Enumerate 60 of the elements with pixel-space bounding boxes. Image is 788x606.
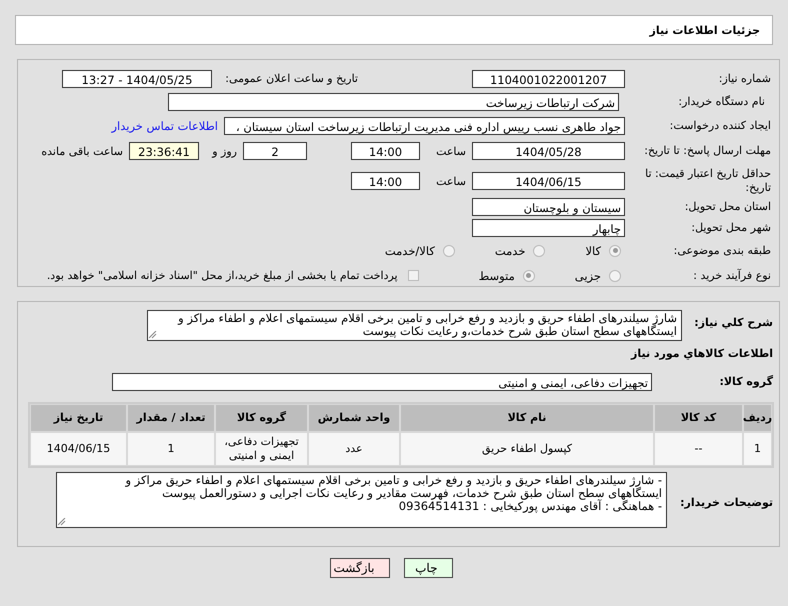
print-button[interactable]: چاپ: [404, 558, 452, 578]
field-label: استان محل تحویل:: [684, 200, 771, 214]
column-header: تعداد / مقدار: [128, 405, 214, 431]
field-label: ساعت باقی مانده: [41, 144, 123, 158]
buyer-notes-field: - شارژ سیلندرهای اطفاء حریق و بازدید و رفع خرابی و تامین برخی اقلام سیستمهای اعلام و اطفاء حریق مراکز و ایستگاههای سطح استان طبق شرح خدمات، فهرست مقادیر و رعایت نکات اجرایی و دستورالعمل پیوست - هماهنگی : آقای مهندس پورکیخایی : 09364514131: [56, 472, 667, 528]
radio-button[interactable]: کالا/خدمت: [384, 244, 455, 258]
need-number-field: 1104001022001207: [472, 70, 625, 88]
field-label: تاریخ و ساعت اعلان عمومی:: [224, 72, 358, 85]
field-label: شرح کلي نياز:: [693, 316, 773, 330]
buyer-contact-link[interactable]: اطلاعات تماس خریدار: [111, 118, 218, 132]
column-header: کد کالا: [655, 405, 742, 431]
column-header: واحد شمارش: [309, 405, 399, 431]
field-label: شهر محل تحویل:: [690, 220, 771, 234]
field-label: نام دستگاه خریدار:: [677, 95, 765, 109]
radio-button[interactable]: متوسط: [478, 268, 535, 282]
goods-group-field: تجهیزات دفاعی، ایمنی و امنیتی: [112, 372, 652, 390]
city-field: چابهار: [472, 218, 625, 236]
field-label: توضیحات خریدار:: [679, 496, 773, 510]
table-cell: 1: [128, 433, 214, 465]
deadline-date-field: 1404/05/28: [472, 142, 625, 160]
column-header: ردیف: [744, 405, 771, 431]
column-header: گروه کالا: [216, 405, 307, 431]
table-cell: 1404/06/15: [31, 433, 126, 465]
radio-button[interactable]: خدمت: [494, 244, 546, 258]
checkbox-label: پرداخت تمام یا بخشی از مبلغ خرید،از محل "اسناد خزانه اسلامی" خواهد بود.: [46, 269, 398, 282]
field-label: ساعت: [435, 174, 466, 188]
field-label: روز و: [210, 144, 237, 158]
requester-field: جواد طاهری نسب رییس اداره فنی مدیریت ارتباطات زیرساخت استان سیستان ،: [224, 116, 625, 134]
radio-button[interactable]: جزیی: [574, 268, 621, 282]
days-field: 2: [243, 142, 307, 160]
announce-date-field: 1404/05/25 - 13:27: [62, 70, 212, 88]
table-cell: عدد: [309, 433, 399, 465]
field-label: مهلت ارسال پاسخ: تا تاریخ:: [643, 144, 771, 158]
description-field: شارژ سیلندرهای اطفاء حریق و بازدید و رفع خرابی و تامین برخی اقلام سیستمهای اعلام و اطفاء مراکز و ایستگاههای سطح استان طبق شرح خدمات،و رعایت نکات پیوست: [147, 310, 682, 341]
table-cell: --: [655, 433, 742, 465]
resize-grip-icon[interactable]: [149, 331, 157, 339]
remaining-time-field: 23:36:41: [129, 142, 199, 160]
column-header: تاریخ نیاز: [31, 405, 126, 431]
table-cell: تجهیزات دفاعی، ایمنی و امنیتی: [216, 433, 307, 465]
validity-time-field: 14:00: [351, 172, 420, 190]
field-label: نوع فرآیند خرید :: [692, 268, 771, 282]
field-label: ایجاد کننده درخواست:: [668, 118, 771, 132]
field-label: حداقل تاریخ اعتبار قیمت: تا تاریخ:: [644, 167, 771, 195]
section-title: اطلاعات کالاهاي مورد نياز: [631, 347, 773, 361]
buyer-field: شرکت ارتباطات زیرساخت: [168, 93, 619, 111]
field-label: گروه کالا:: [718, 374, 773, 388]
page-title: جزئیات اطلاعات نیاز: [650, 24, 760, 36]
resize-grip-icon[interactable]: [58, 518, 66, 526]
field-label: ساعت: [435, 144, 466, 158]
radio-button[interactable]: کالا: [585, 244, 621, 258]
deadline-time-field: 14:00: [351, 142, 420, 160]
field-label: شماره نیاز:: [718, 72, 771, 86]
province-field: سیستان و بلوچستان: [472, 198, 625, 216]
checkbox[interactable]: [408, 270, 419, 281]
column-header: نام کالا: [401, 405, 653, 431]
back-button[interactable]: بازگشت: [330, 558, 390, 578]
validity-date-field: 1404/06/15: [472, 172, 625, 190]
field-label: طبقه بندی موضوعی:: [672, 244, 771, 258]
table-cell: 1: [744, 433, 771, 465]
table-cell: کپسول اطفاء حریق: [401, 433, 653, 465]
